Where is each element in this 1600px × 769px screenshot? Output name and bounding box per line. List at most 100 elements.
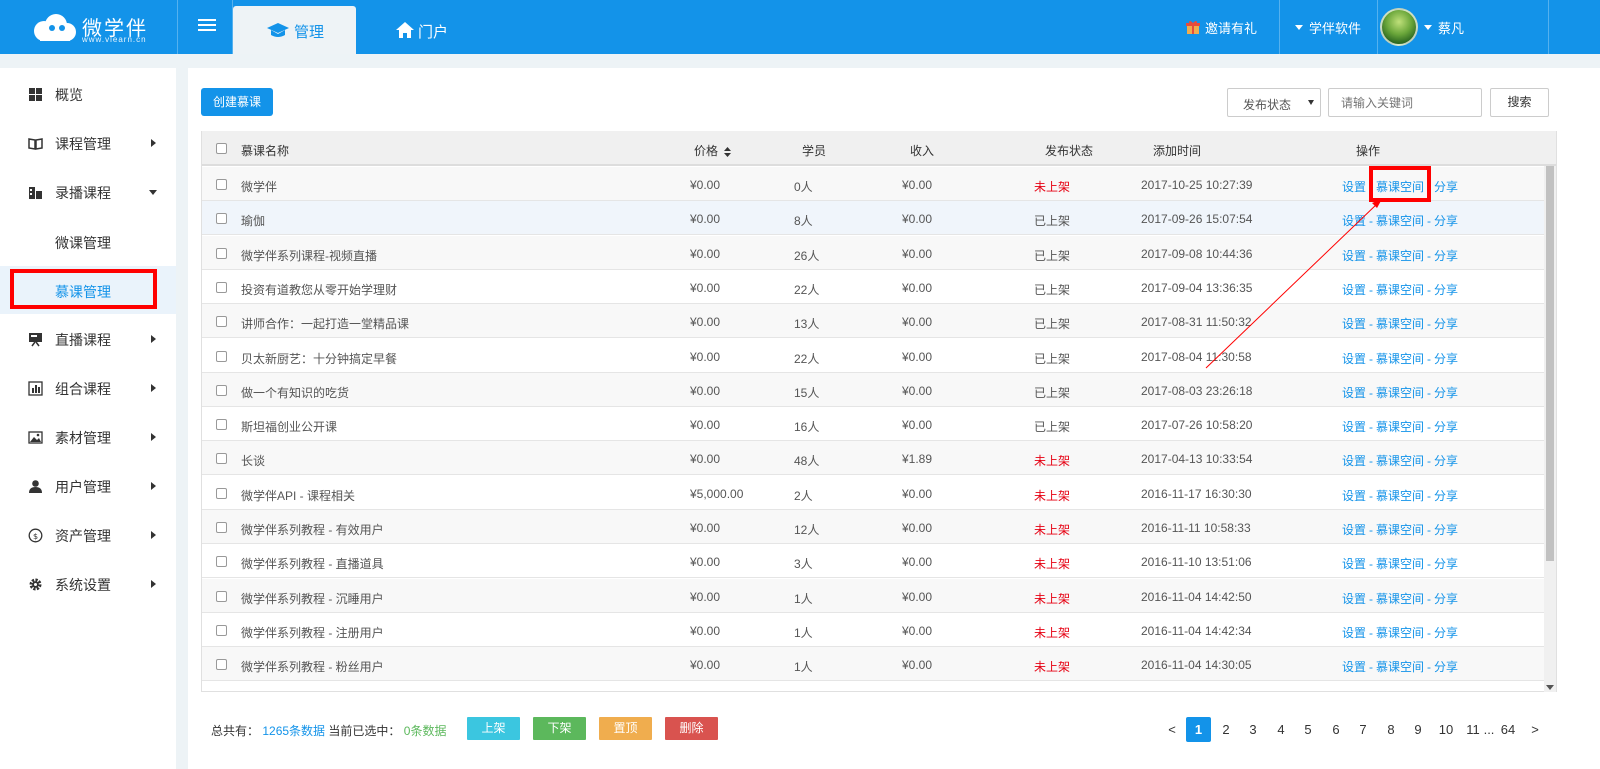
sidebar-item-micro-course[interactable]: 微课管理: [0, 217, 176, 265]
page-link[interactable]: 2: [1218, 717, 1234, 742]
action-link-share[interactable]: 分享: [1434, 489, 1458, 503]
row-checkbox[interactable]: [216, 179, 227, 190]
sidebar-item-users[interactable]: 用户管理: [0, 462, 176, 511]
row-checkbox[interactable]: [216, 213, 227, 225]
action-link-mooc-space[interactable]: 慕课空间: [1376, 386, 1424, 400]
row-checkbox[interactable]: [216, 453, 227, 465]
brand-logo[interactable]: 微学伴 www.vlearn.cn: [30, 10, 170, 44]
row-checkbox[interactable]: [216, 281, 227, 293]
row-checkbox[interactable]: [216, 350, 227, 362]
action-link-share[interactable]: 分享: [1434, 180, 1458, 194]
sidebar-item-live[interactable]: 直播课程: [0, 315, 176, 364]
table-row[interactable]: 长谈 ¥0.00 48人 ¥1.89 未上架 2017-04-13 10:33:54 设置 -…: [202, 441, 1544, 476]
page-link[interactable]: 11: [1463, 717, 1483, 742]
sidebar-item-materials[interactable]: 素材管理: [0, 413, 176, 462]
table-scrollbar[interactable]: [1544, 166, 1556, 692]
action-link-mooc-space[interactable]: 慕课空间: [1376, 523, 1424, 537]
action-link-share[interactable]: 分享: [1434, 317, 1458, 331]
page-link[interactable]: 7: [1355, 717, 1371, 742]
row-checkbox[interactable]: [216, 590, 227, 602]
sidebar-item-assets[interactable]: $ 资产管理: [0, 511, 176, 560]
row-checkbox[interactable]: [216, 487, 227, 499]
row-checkbox[interactable]: [216, 624, 227, 636]
user-menu[interactable]: 蔡凡: [1380, 0, 1464, 54]
page-link[interactable]: 10: [1436, 717, 1456, 742]
row-checkbox[interactable]: [216, 556, 227, 568]
tab-manage[interactable]: 管理: [233, 6, 356, 54]
action-link-settings[interactable]: 设置: [1342, 454, 1366, 468]
action-link-share[interactable]: 分享: [1434, 352, 1458, 366]
row-checkbox[interactable]: [216, 316, 227, 328]
page-link[interactable]: 9: [1410, 717, 1426, 742]
page-current[interactable]: 1: [1186, 717, 1211, 742]
unpublish-button[interactable]: 下架: [533, 717, 586, 740]
sidebar-item-courses[interactable]: 课程管理: [0, 119, 176, 168]
action-link-share[interactable]: 分享: [1434, 557, 1458, 571]
page-link[interactable]: 6: [1328, 717, 1344, 742]
table-row[interactable]: 微学伴系列教程 - 注册用户 ¥0.00 1人 ¥0.00 未上架 2016-11-04 …: [202, 613, 1544, 647]
action-link-settings[interactable]: 设置: [1342, 489, 1366, 503]
action-link-settings[interactable]: 设置: [1342, 626, 1366, 640]
search-input[interactable]: [1328, 88, 1482, 117]
action-link-settings[interactable]: 设置: [1342, 523, 1366, 537]
action-link-mooc-space[interactable]: 慕课空间: [1376, 454, 1424, 468]
action-link-settings[interactable]: 设置: [1342, 592, 1366, 606]
table-row[interactable]: 斯坦福创业公开课 ¥0.00 16人 ¥0.00 已上架 2017-07-26 10:58…: [202, 407, 1544, 442]
action-link-settings[interactable]: 设置: [1342, 420, 1366, 434]
select-all-checkbox[interactable]: [216, 143, 227, 154]
action-link-share[interactable]: 分享: [1434, 454, 1458, 468]
avatar[interactable]: [1380, 8, 1418, 46]
action-link-share[interactable]: 分享: [1434, 660, 1458, 674]
pin-top-button[interactable]: 置顶: [599, 717, 652, 740]
action-link-share[interactable]: 分享: [1434, 420, 1458, 434]
delete-button[interactable]: 删除: [665, 717, 718, 740]
action-link-mooc-space[interactable]: 慕课空间: [1376, 557, 1424, 571]
prev-page[interactable]: <: [1166, 717, 1178, 742]
action-link-share[interactable]: 分享: [1434, 523, 1458, 537]
row-checkbox[interactable]: [216, 659, 227, 671]
table-row[interactable]: 微学伴系列教程 - 有效用户 ¥0.00 12人 ¥0.00 未上架 2016-11-11…: [202, 510, 1544, 544]
action-link-settings[interactable]: 设置: [1342, 660, 1366, 674]
action-link-settings[interactable]: 设置: [1342, 557, 1366, 571]
action-link-mooc-space[interactable]: 慕课空间: [1376, 420, 1424, 434]
page-link[interactable]: 4: [1273, 717, 1289, 742]
table-row[interactable]: 微学伴API - 课程相关 ¥5,000.00 2人 ¥0.00 未上架 2016-11-…: [202, 476, 1544, 510]
action-link-share[interactable]: 分享: [1434, 214, 1458, 228]
create-mooc-button[interactable]: 创建慕课: [201, 88, 273, 116]
action-link-mooc-space[interactable]: 慕课空间: [1376, 626, 1424, 640]
page-link[interactable]: 8: [1383, 717, 1399, 742]
action-link-share[interactable]: 分享: [1434, 386, 1458, 400]
action-link-mooc-space[interactable]: 慕课空间: [1376, 660, 1424, 674]
row-checkbox[interactable]: [216, 384, 227, 396]
action-link-mooc-space[interactable]: 慕课空间: [1376, 489, 1424, 503]
menu-toggle-icon[interactable]: [198, 19, 216, 33]
action-link-share[interactable]: 分享: [1434, 249, 1458, 263]
row-checkbox[interactable]: [216, 419, 227, 431]
sidebar-item-bundle[interactable]: 组合课程: [0, 364, 176, 413]
row-checkbox[interactable]: [216, 522, 227, 533]
next-page[interactable]: >: [1529, 717, 1541, 742]
page-link[interactable]: 5: [1300, 717, 1316, 742]
scrollbar-thumb[interactable]: [1546, 166, 1554, 561]
search-button[interactable]: 搜索: [1490, 88, 1549, 117]
action-link-settings[interactable]: 设置: [1342, 386, 1366, 400]
sidebar-item-recorded[interactable]: 录播课程: [0, 168, 176, 217]
table-row[interactable]: 微学伴系列教程 - 沉睡用户 ¥0.00 1人 ¥0.00 未上架 2016-11-04 …: [202, 578, 1544, 613]
sidebar-item-overview[interactable]: 概览: [0, 70, 176, 119]
table-row[interactable]: 做一个有知识的吃货 ¥0.00 15人 ¥0.00 已上架 2017-08-03 23:2…: [202, 372, 1544, 407]
action-link-mooc-space[interactable]: 慕课空间: [1376, 592, 1424, 606]
action-link-share[interactable]: 分享: [1434, 283, 1458, 297]
status-filter-select[interactable]: 发布状态: [1227, 88, 1321, 117]
table-row[interactable]: 微学伴系列教程 - 直播道具 ¥0.00 3人 ¥0.00 未上架 2016-11-10 …: [202, 544, 1544, 579]
action-link-share[interactable]: 分享: [1434, 626, 1458, 640]
invite-link[interactable]: 邀请有礼: [1186, 0, 1257, 54]
publish-button[interactable]: 上架: [467, 717, 520, 740]
scroll-down-icon[interactable]: [1546, 685, 1554, 690]
software-menu[interactable]: 学伴软件: [1295, 0, 1361, 54]
sidebar-item-settings[interactable]: 系统设置: [0, 560, 176, 609]
table-row[interactable]: 微学伴系列教程 - 粉丝用户 ¥0.00 1人 ¥0.00 未上架 2016-11-04 …: [202, 647, 1544, 682]
page-link[interactable]: 3: [1245, 717, 1261, 742]
page-last[interactable]: 64: [1498, 717, 1518, 742]
action-link-share[interactable]: 分享: [1434, 592, 1458, 606]
header-price[interactable]: 价格: [694, 142, 732, 159]
